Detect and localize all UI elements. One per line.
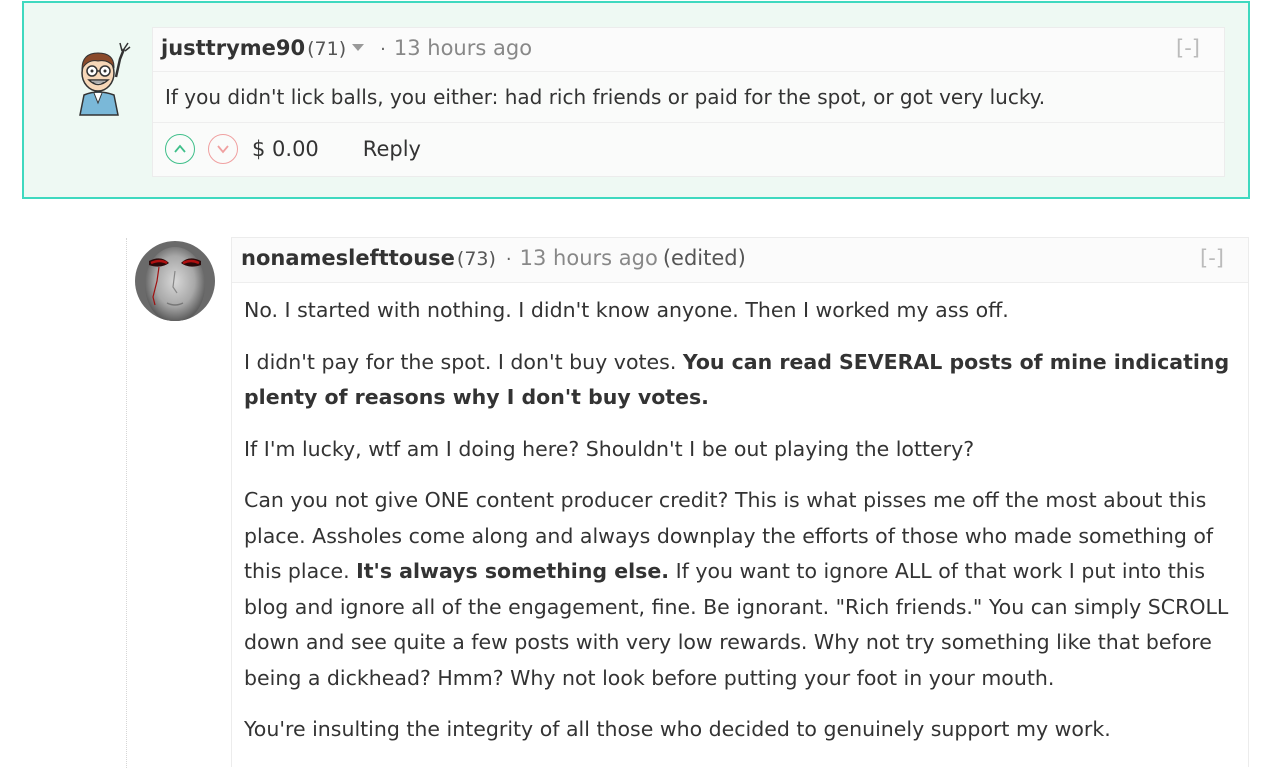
user-avatar-justtryme90[interactable]: [68, 37, 138, 117]
author-name[interactable]: nonameslefttouse: [241, 246, 455, 270]
comment-body: If you didn't lick balls, you either: ha…: [153, 72, 1224, 123]
author-name[interactable]: justtryme90: [161, 36, 305, 60]
user-avatar-nonameslefttouse[interactable]: [135, 241, 215, 321]
downvote-button[interactable]: [208, 134, 238, 164]
paragraph-text: I didn't pay for the spot. I don't buy v…: [244, 349, 683, 374]
author-reputation: (73): [456, 248, 496, 270]
paragraph: You're insulting the integrity of all th…: [244, 717, 1111, 741]
collapse-toggle[interactable]: [-]: [1200, 246, 1224, 270]
author-reputation: (71): [307, 38, 347, 60]
payout-value[interactable]: $ 0.00: [252, 137, 319, 161]
paragraph: If I'm lucky, wtf am I doing here? Shoul…: [244, 436, 975, 461]
comment-body: No. I started with nothing. I didn't kno…: [232, 283, 1248, 767]
thread-line: [126, 238, 127, 768]
comment-timestamp[interactable]: 13 hours ago: [394, 36, 532, 60]
edited-label: (edited): [662, 246, 746, 270]
comment-header: justtryme90 (71) · 13 hours ago [-]: [153, 28, 1224, 72]
paragraph: Can you not give ONE content producer cr…: [244, 483, 1234, 696]
caret-down-icon[interactable]: [352, 44, 365, 51]
paragraph: No. I started with nothing. I didn't kno…: [244, 298, 1009, 322]
mask-avatar-icon: [135, 241, 215, 321]
bold-text: It's always something else.: [356, 559, 670, 583]
upvote-button[interactable]: [165, 134, 195, 164]
comment-timestamp[interactable]: 13 hours ago: [520, 246, 658, 270]
collapse-toggle[interactable]: [-]: [1176, 36, 1200, 60]
chevron-down-icon: [217, 145, 229, 154]
separator-dot: ·: [380, 39, 386, 60]
comment-card: justtryme90 (71) · 13 hours ago [-] If you …: [152, 27, 1225, 177]
separator-dot: ·: [505, 249, 512, 270]
chevron-up-icon: [174, 144, 186, 153]
comment-card: nonameslefttouse (73) · 13 hours ago (edited…: [231, 237, 1249, 767]
highlighted-comment: justtryme90 (71) · 13 hours ago [-] If you …: [22, 1, 1250, 199]
cartoon-avatar-icon: [79, 42, 131, 116]
reply-button[interactable]: Reply: [363, 137, 421, 161]
comment-footer: $ 0.00 Reply: [153, 123, 1224, 175]
comment-header: nonameslefttouse (73) · 13 hours ago (edited…: [232, 238, 1248, 283]
paragraph: I didn't pay for the spot. I don't buy v…: [244, 345, 1234, 416]
